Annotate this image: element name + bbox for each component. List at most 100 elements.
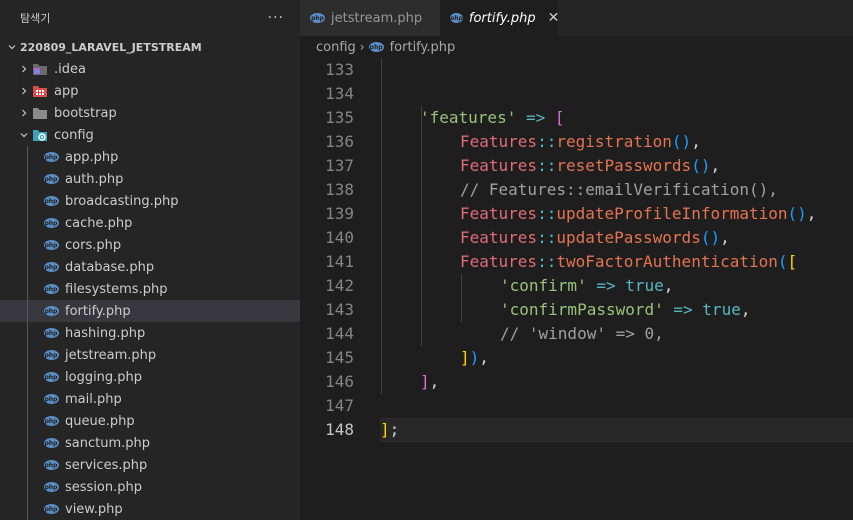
tree-file-item[interactable]: php cors.php — [0, 234, 300, 256]
explorer-header: 탐색기 ··· — [0, 0, 300, 36]
workspace-root[interactable]: 220809_LARAVEL_JETSTREAM — [0, 36, 300, 58]
php-file-icon: php — [43, 306, 59, 316]
breadcrumb-folder[interactable]: config — [316, 40, 356, 55]
php-file-icon: php — [43, 284, 59, 294]
tree-file-item[interactable]: php cache.php — [0, 212, 300, 234]
php-file-icon: php — [43, 328, 59, 338]
editor-area: php jetstream.php php fortify.php ✕ conf… — [300, 0, 853, 520]
app-folder-icon — [32, 83, 48, 99]
tree-indent-guide — [27, 432, 28, 454]
tree-indent-guide — [27, 366, 28, 388]
tab-label: fortify.php — [468, 10, 536, 26]
tree-indent-guide — [27, 498, 28, 520]
tree-folder-app[interactable]: app — [0, 80, 300, 102]
tree-folder-label: config — [54, 127, 94, 143]
tree-file-label: sanctum.php — [65, 435, 151, 451]
php-file-icon: php — [43, 196, 59, 206]
tab-jetstream[interactable]: php jetstream.php — [300, 0, 440, 36]
php-file-icon: php — [43, 438, 59, 448]
explorer-title: 탐색기 — [20, 12, 51, 25]
tree-indent-guide — [27, 146, 28, 168]
code-line: ], — [300, 346, 853, 391]
tree-file-label: cors.php — [65, 237, 122, 253]
tree-folder-label: .idea — [54, 61, 86, 77]
php-file-icon: php — [43, 372, 59, 382]
tree-indent-guide — [27, 256, 28, 278]
tree-indent-guide — [27, 344, 28, 366]
tree-file-item[interactable]: php services.php — [0, 454, 300, 476]
tree-file-label: broadcasting.php — [65, 193, 179, 209]
tree-file-label: auth.php — [65, 171, 124, 187]
tab-fortify[interactable]: php fortify.php ✕ — [440, 0, 560, 36]
idea-folder-icon — [32, 61, 48, 77]
code-line: Features::updateProfileInformation(), — [300, 178, 853, 223]
tree-file-item[interactable]: php view.php — [0, 498, 300, 520]
code-line: 'confirm' => true, — [300, 250, 853, 295]
tree-file-item[interactable]: php app.php — [0, 146, 300, 168]
close-icon[interactable]: ✕ — [548, 10, 560, 26]
tree-file-item[interactable]: php fortify.php — [0, 300, 300, 322]
chevron-down-icon — [4, 39, 20, 55]
breadcrumb-file[interactable]: fortify.php — [390, 40, 456, 55]
tree-file-label: logging.php — [65, 369, 143, 385]
code-editor[interactable]: 133 134 135 136 137 138 139 140 141 142 143 144 145 1… — [300, 58, 853, 520]
code-token: ] — [380, 420, 390, 439]
tree-file-item[interactable]: php database.php — [0, 256, 300, 278]
code-line: Features::registration(), — [300, 106, 853, 151]
tree-file-label: jetstream.php — [65, 347, 157, 363]
more-actions-icon[interactable]: ··· — [268, 10, 284, 26]
php-file-icon: php — [450, 13, 463, 23]
chevron-down-icon — [16, 127, 32, 143]
tree-file-label: view.php — [65, 501, 123, 517]
php-file-icon: php — [368, 42, 384, 52]
tree-file-label: mail.php — [65, 391, 122, 407]
tree-indent-guide — [27, 190, 28, 212]
tree-file-label: fortify.php — [65, 303, 131, 319]
code-line: 'features' => [ — [300, 82, 853, 127]
code-line: Features::updatePasswords(), — [300, 202, 853, 247]
tree-file-item[interactable]: php auth.php — [0, 168, 300, 190]
php-file-icon: php — [43, 460, 59, 470]
tree-file-label: services.php — [65, 457, 148, 473]
tree-file-item[interactable]: php jetstream.php — [0, 344, 300, 366]
tree-indent-guide — [27, 212, 28, 234]
chevron-right-icon — [16, 83, 32, 99]
breadcrumb: config › php fortify.php — [300, 36, 853, 58]
tree-indent-guide — [27, 278, 28, 300]
tree-folder-idea[interactable]: .idea — [0, 58, 300, 80]
tree-file-item[interactable]: php logging.php — [0, 366, 300, 388]
tree-file-item[interactable]: php sanctum.php — [0, 432, 300, 454]
code-token: ; — [389, 420, 400, 439]
tree-folder-bootstrap[interactable]: bootstrap — [0, 102, 300, 124]
php-file-icon: php — [43, 416, 59, 426]
code-line: // 'window' => 0, — [300, 298, 853, 343]
tree-indent-guide — [27, 388, 28, 410]
tree-file-item[interactable]: php mail.php — [0, 388, 300, 410]
chevron-right-icon — [16, 105, 32, 121]
tree-file-item[interactable]: php session.php — [0, 476, 300, 498]
tree-indent-guide — [27, 234, 28, 256]
php-file-icon: php — [43, 240, 59, 250]
tree-indent-guide — [27, 454, 28, 476]
tab-bar: php jetstream.php php fortify.php ✕ — [300, 0, 853, 36]
config-folder-icon — [32, 127, 48, 143]
code-line: Features::resetPasswords(), — [300, 130, 853, 175]
tree-indent-guide — [27, 300, 28, 322]
php-file-icon: php — [310, 13, 325, 23]
php-file-icon: php — [43, 262, 59, 272]
code-token: ] — [420, 372, 430, 391]
code-line: ]), — [300, 322, 853, 367]
workspace-root-label: 220809_LARAVEL_JETSTREAM — [20, 40, 202, 54]
tree-file-item[interactable]: php filesystems.php — [0, 278, 300, 300]
tree-folder-label: bootstrap — [54, 105, 117, 121]
tree-folder-config[interactable]: config — [0, 124, 300, 146]
tree-file-label: hashing.php — [65, 325, 146, 341]
tree-file-item[interactable]: php hashing.php — [0, 322, 300, 344]
tree-indent-guide — [27, 322, 28, 344]
line-number: 133 — [325, 60, 354, 79]
line-number-row: 146 — [300, 370, 853, 394]
php-file-icon: php — [43, 174, 59, 184]
tree-file-item[interactable]: php queue.php — [0, 410, 300, 432]
tree-file-item[interactable]: php broadcasting.php — [0, 190, 300, 212]
tree-indent-guide — [27, 168, 28, 190]
